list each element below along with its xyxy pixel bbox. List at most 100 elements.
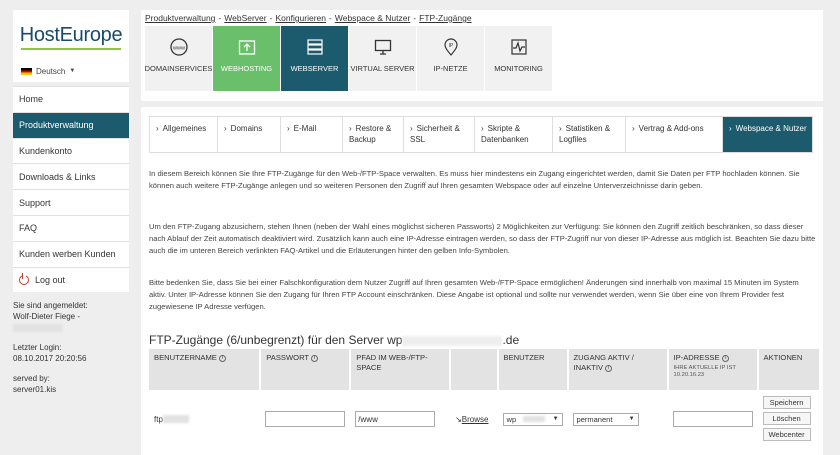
tab-label: Skripte & Datenbanken bbox=[481, 124, 529, 144]
webcenter-button[interactable]: Webcenter bbox=[762, 428, 811, 441]
tile-label: WEBHOSTING bbox=[220, 64, 273, 73]
breadcrumb-webspace-nutzer[interactable]: Webspace & Nutzer bbox=[335, 13, 410, 23]
server-name-redacted bbox=[402, 335, 503, 346]
caret-down-icon: ▼ bbox=[552, 416, 559, 422]
server-icon bbox=[306, 38, 324, 56]
tab-allgemeines[interactable]: Allgemeines bbox=[150, 117, 218, 152]
ip-cell bbox=[668, 390, 758, 448]
sidebar: HostEurope Deutsch ▼ Home Produktverwalt… bbox=[13, 10, 129, 404]
tab-label: Vertrag & Add-ons bbox=[638, 124, 704, 133]
status-select-value: permanent bbox=[576, 414, 613, 424]
tile-label: MONITORING bbox=[494, 64, 543, 73]
sidebar-item-home[interactable]: Home bbox=[13, 86, 129, 112]
logout-icon bbox=[19, 272, 29, 285]
breadcrumb-separator: - bbox=[269, 13, 273, 23]
tile-webhosting[interactable]: WEBHOSTING bbox=[213, 26, 280, 91]
tab-label: Sicherheit & SSL bbox=[410, 124, 460, 144]
session-info: Sie sind angemeldet: Wolf-Dieter Fiege -… bbox=[13, 292, 129, 395]
served-by-value: server01.kis bbox=[13, 385, 57, 395]
col-aktionen: AKTIONEN bbox=[757, 349, 822, 390]
tile-label: DOMAINSERVICES bbox=[144, 64, 213, 73]
status-cell: permanent ▼ bbox=[568, 390, 668, 448]
last-login-value: 08.10.2017 20:20:56 bbox=[13, 354, 87, 364]
col-pfad: PFAD IM WEB-/FTP-SPACE bbox=[350, 349, 452, 390]
col-label: AKTIONEN bbox=[763, 353, 803, 362]
tab-label: Restore & Backup bbox=[349, 124, 392, 144]
caret-down-icon: ▼ bbox=[69, 68, 76, 74]
tile-domainservices[interactable]: www DOMAINSERVICES bbox=[145, 26, 212, 91]
tab-domains[interactable]: Domains bbox=[218, 117, 281, 152]
sidebar-item-faq[interactable]: FAQ bbox=[13, 214, 129, 241]
last-login-label: Letzter Login: bbox=[13, 343, 62, 353]
sidebar-item-produktverwaltung[interactable]: Produktverwaltung bbox=[13, 111, 129, 138]
breadcrumb-webserver[interactable]: WebServer bbox=[224, 13, 266, 23]
ftp-table: BENUTZERNAME i PASSWORT i PFAD IM WEB-/F… bbox=[149, 349, 822, 448]
tile-label: WEBSERVER bbox=[290, 64, 339, 73]
german-flag-icon bbox=[21, 67, 32, 75]
col-label: ZUGANG AKTIV / INAKTIV bbox=[573, 353, 634, 372]
brand-box: HostEurope Deutsch ▼ bbox=[13, 10, 129, 82]
col-benutzer: BENUTZER bbox=[497, 349, 569, 390]
sidebar-item-label: Kunden werben Kunden bbox=[19, 249, 116, 260]
tab-label: E-Mail bbox=[293, 124, 317, 133]
tab-email[interactable]: E-Mail bbox=[281, 117, 343, 152]
ip-input[interactable] bbox=[672, 411, 753, 427]
sidebar-item-kundenkonto[interactable]: Kundenkonto bbox=[13, 137, 129, 164]
tile-virtual-server[interactable]: VIRTUAL SERVER bbox=[349, 26, 416, 91]
svg-text:www: www bbox=[172, 46, 185, 52]
status-select[interactable]: permanent ▼ bbox=[572, 412, 639, 426]
intro-paragraph: In diesem Bereich können Sie Ihre FTP-Zu… bbox=[149, 169, 800, 191]
info-icon[interactable]: i bbox=[721, 354, 729, 362]
sidebar-item-label: Home bbox=[19, 94, 44, 105]
info-icon[interactable]: i bbox=[219, 354, 226, 362]
sidebar-item-logout[interactable]: Log out bbox=[13, 266, 129, 293]
sidebar-item-label: Kundenkonto bbox=[19, 145, 73, 156]
actions-cell: Speichern Löschen Webcenter bbox=[758, 390, 820, 448]
caret-down-icon: ▼ bbox=[628, 416, 635, 422]
sidebar-item-support[interactable]: Support bbox=[13, 189, 129, 215]
col-passwort: PASSWORT i bbox=[260, 349, 352, 390]
password-input[interactable] bbox=[265, 411, 346, 427]
breadcrumb-konfigurieren[interactable]: Konfigurieren bbox=[275, 13, 326, 23]
info-icon[interactable]: i bbox=[605, 364, 613, 372]
browse-link[interactable]: Browse bbox=[462, 415, 489, 424]
www-icon: www bbox=[169, 38, 188, 56]
warning-paragraph: Bitte bedenken Sie, dass Sie bei einer F… bbox=[149, 278, 799, 312]
breadcrumb-ftp-zugaenge[interactable]: FTP-Zugänge bbox=[419, 13, 471, 23]
tab-statistiken-logfiles[interactable]: Statistiken & Logfiles bbox=[553, 117, 626, 152]
language-selector[interactable]: Deutsch ▼ bbox=[13, 60, 129, 82]
sidebar-item-downloads[interactable]: Downloads & Links bbox=[13, 163, 129, 189]
tab-sicherheit-ssl[interactable]: Sicherheit & SSL bbox=[404, 117, 475, 152]
breadcrumb-separator: - bbox=[413, 13, 417, 23]
user-id-redacted bbox=[13, 322, 129, 333]
info-icon[interactable]: i bbox=[311, 354, 319, 362]
user-select[interactable]: wp ▼ bbox=[502, 412, 563, 426]
tile-label: VIRTUAL SERVER bbox=[350, 64, 415, 73]
tab-vertrag-addons[interactable]: Vertrag & Add-ons bbox=[626, 117, 723, 152]
col-label: BENUTZER bbox=[503, 353, 545, 362]
user-cell: wp ▼ bbox=[498, 390, 568, 448]
path-input[interactable]: /www bbox=[355, 411, 436, 427]
tab-restore-backup[interactable]: Restore & Backup bbox=[343, 117, 404, 152]
sidebar-item-label: Log out bbox=[35, 274, 66, 285]
col-ip-adresse: IP-ADRESSE i IHRE AKTUELLE IP IST 10.20.1… bbox=[667, 349, 759, 390]
path-cell: /www bbox=[350, 390, 450, 448]
tab-label: Webspace & Nutzer bbox=[735, 124, 807, 133]
col-zugang: ZUGANG AKTIV / INAKTIV i bbox=[567, 349, 669, 390]
tile-ip-netze[interactable]: IP IP-NETZE bbox=[417, 26, 484, 91]
sidebar-item-label: Downloads & Links bbox=[19, 171, 96, 182]
tile-webserver[interactable]: WEBSERVER bbox=[281, 26, 348, 91]
heading-suffix: .de bbox=[502, 333, 520, 347]
config-tabs: Allgemeines Domains E-Mail Restore & Bac… bbox=[149, 116, 813, 153]
delete-button[interactable]: Löschen bbox=[762, 412, 811, 425]
tab-skripte-datenbanken[interactable]: Skripte & Datenbanken bbox=[475, 117, 553, 152]
tile-monitoring[interactable]: MONITORING bbox=[485, 26, 552, 91]
breadcrumb-produktverwaltung[interactable]: Produktverwaltung bbox=[145, 13, 215, 23]
breadcrumb-separator: - bbox=[329, 13, 332, 23]
tab-webspace-nutzer[interactable]: Webspace & Nutzer bbox=[723, 117, 812, 152]
language-label: Deutsch bbox=[36, 66, 66, 76]
logo[interactable]: HostEurope bbox=[13, 10, 129, 60]
upload-icon bbox=[238, 38, 256, 56]
save-button[interactable]: Speichern bbox=[762, 396, 811, 409]
sidebar-item-kunden-werben-kunden[interactable]: Kunden werben Kunden bbox=[13, 240, 129, 267]
